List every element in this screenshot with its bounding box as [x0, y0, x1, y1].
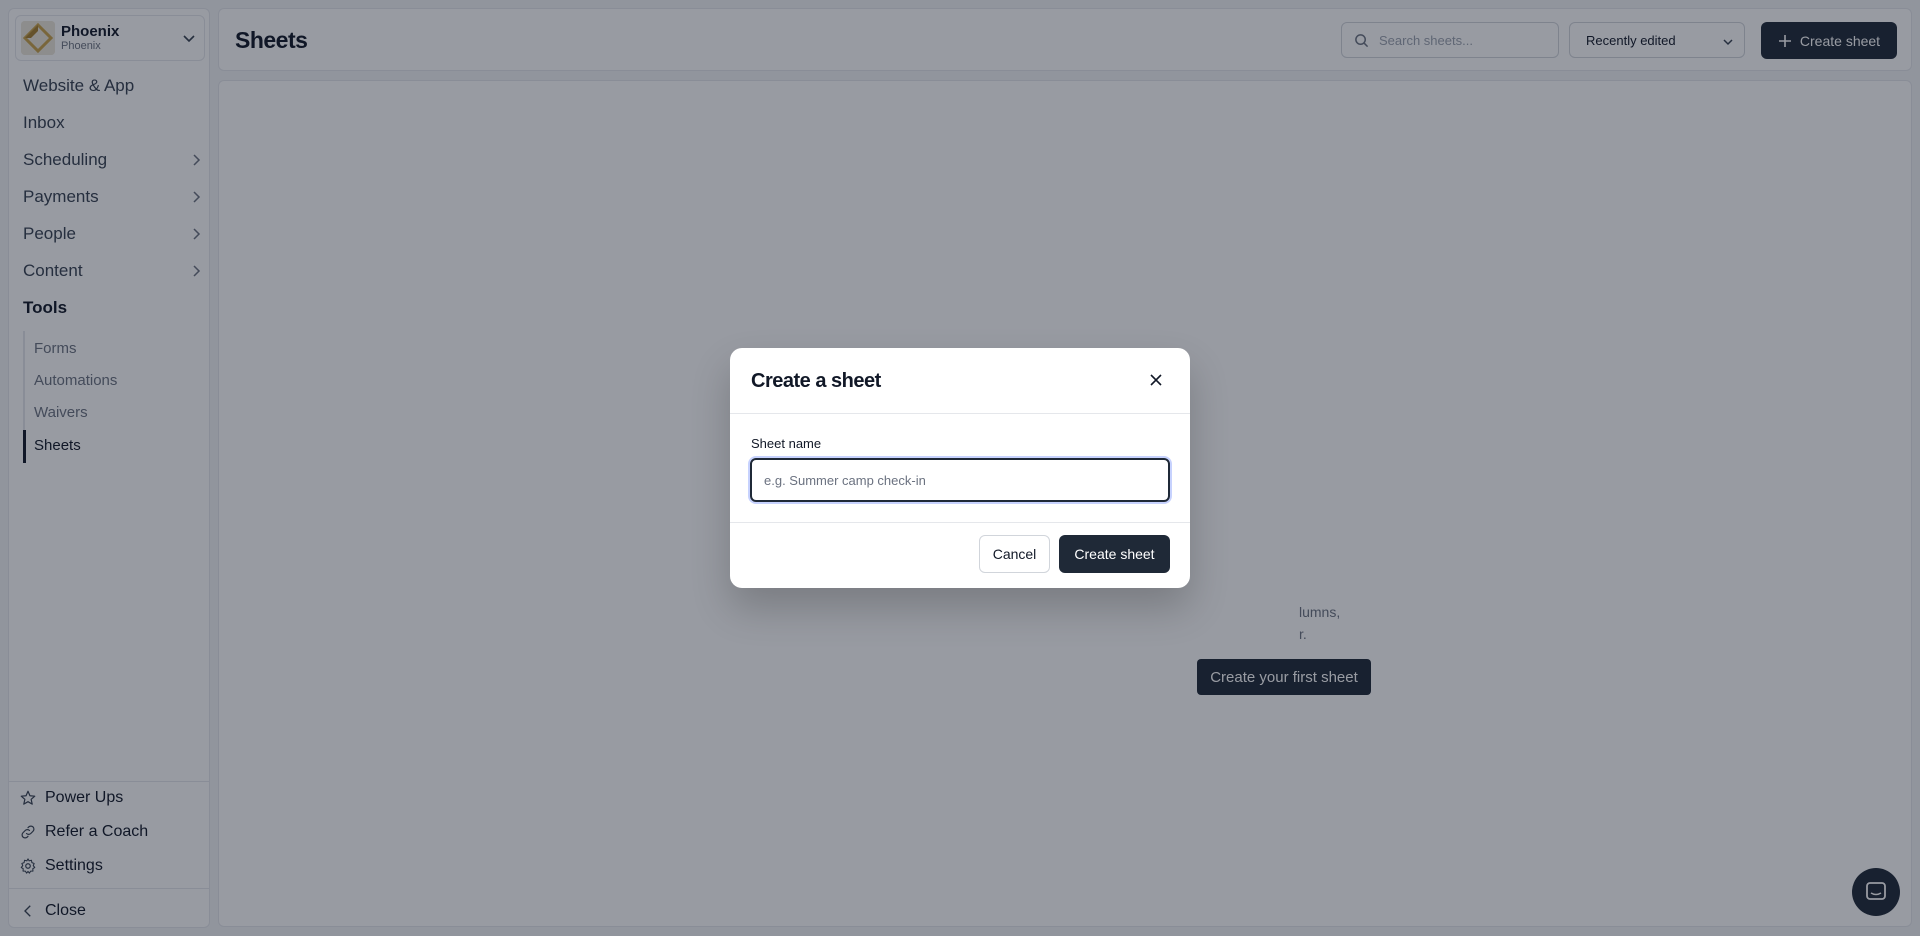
modal-divider: [730, 413, 1190, 414]
close-icon: [1150, 374, 1162, 386]
sheet-name-input[interactable]: [752, 460, 1168, 500]
sheet-name-label: Sheet name: [751, 436, 822, 451]
modal-close-button[interactable]: [1146, 370, 1166, 390]
create-sheet-submit-button[interactable]: Create sheet: [1059, 535, 1170, 573]
modal-title: Create a sheet: [751, 370, 881, 392]
sheet-name-field-wrapper: [750, 458, 1170, 502]
modal-divider: [730, 522, 1190, 523]
cancel-button[interactable]: Cancel: [979, 535, 1050, 573]
cancel-label: Cancel: [992, 546, 1037, 562]
submit-label: Create sheet: [1074, 546, 1155, 562]
create-sheet-modal: Create a sheet Sheet name Cancel Create …: [730, 348, 1190, 588]
